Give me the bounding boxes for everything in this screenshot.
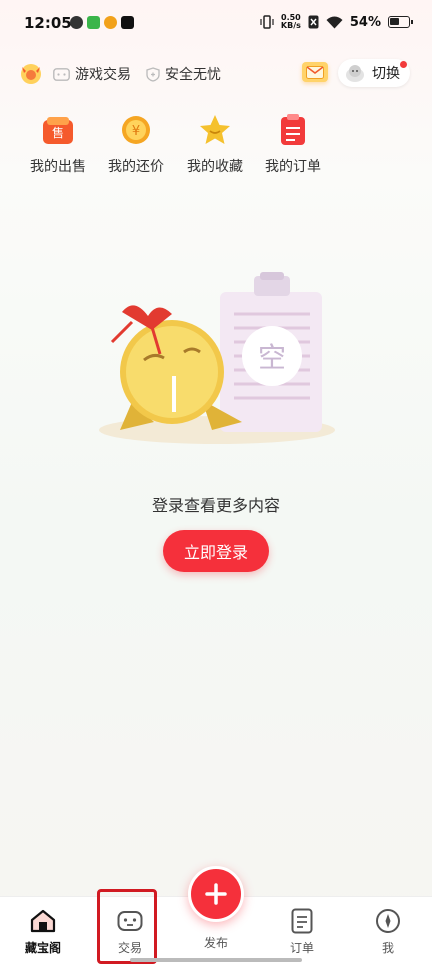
nav-trade[interactable]: 交易 <box>100 907 160 956</box>
safe-chip: 安全无忧 <box>146 64 221 84</box>
order-icon <box>275 112 311 148</box>
switch-label: 切换 <box>372 66 400 82</box>
nav-trade-label: 交易 <box>117 941 142 955</box>
svg-text:¥: ¥ <box>132 124 140 139</box>
nav-me-label: 我 <box>381 941 394 955</box>
empty-message: 登录查看更多内容 <box>151 496 280 515</box>
gamepad-icon <box>53 67 70 81</box>
sell-icon: 售 <box>40 112 76 148</box>
nav-home[interactable]: 藏宝阁 <box>13 907 73 956</box>
home-indicator[interactable] <box>130 958 302 962</box>
star-icon <box>197 112 233 148</box>
avatar-icon <box>346 65 364 82</box>
mascot-logo-icon[interactable] <box>18 61 44 85</box>
plus-icon <box>205 883 227 905</box>
quick-item-favorites[interactable]: 我的收藏 <box>180 112 250 176</box>
game-trade-chip: 游戏交易 <box>53 64 131 84</box>
check-icon <box>70 16 83 29</box>
login-button[interactable]: 立即登录 <box>163 530 269 572</box>
status-right: 0.50 KB/s 54% <box>260 14 413 30</box>
status-bar: 12:05 0.50 KB/s 54% <box>0 0 432 50</box>
game-trade-label: 游戏交易 <box>75 67 131 83</box>
publish-item[interactable]: 发布 <box>176 866 256 951</box>
battery-icon <box>388 16 413 28</box>
quick-label-sell: 我的出售 <box>30 159 86 175</box>
app-notification-icon <box>87 16 100 29</box>
quick-label-favorites: 我的收藏 <box>187 159 243 175</box>
home-icon <box>29 907 57 935</box>
nav-order[interactable]: 订单 <box>272 907 332 956</box>
safe-label: 安全无忧 <box>165 67 221 83</box>
notification-dot <box>400 61 407 68</box>
gamepad-icon <box>116 907 144 935</box>
net-speed: 0.50 KB/s <box>281 14 301 30</box>
quick-item-sell[interactable]: 售 我的出售 <box>23 112 93 176</box>
net-speed-unit: KB/s <box>280 21 301 30</box>
battery-percent: 54% <box>349 14 381 30</box>
svg-text:售: 售 <box>52 125 64 140</box>
counteroffer-icon: ¥ <box>118 112 154 148</box>
weibo-icon <box>104 16 117 29</box>
quick-actions: 售 我的出售 ¥ 我的还价 我的收藏 我的订单 <box>0 112 432 182</box>
nav-order-label: 订单 <box>289 941 314 955</box>
nav-me[interactable]: 我 <box>358 907 418 956</box>
no-sim-icon <box>308 15 319 29</box>
header: 游戏交易 安全无忧 切换 <box>0 52 432 92</box>
tiktok-icon <box>121 16 134 29</box>
message-button[interactable] <box>302 62 328 82</box>
nav-home-label: 藏宝阁 <box>24 941 61 955</box>
status-time: 12:05 <box>24 14 72 32</box>
quick-item-counteroffer[interactable]: ¥ 我的还价 <box>101 112 171 176</box>
quick-label-counteroffer: 我的还价 <box>108 159 164 175</box>
order-list-icon <box>288 907 316 935</box>
quick-label-orders: 我的订单 <box>265 159 321 175</box>
switch-game-button[interactable]: 切换 <box>338 59 410 87</box>
empty-state-illustration: 空 <box>99 272 335 444</box>
wifi-icon <box>326 16 343 28</box>
shield-icon <box>146 66 160 82</box>
publish-button[interactable] <box>188 866 244 922</box>
compass-icon <box>374 907 402 935</box>
quick-item-orders[interactable]: 我的订单 <box>258 112 328 176</box>
notification-icons <box>70 16 134 29</box>
vibrate-icon <box>260 15 274 29</box>
empty-badge: 空 <box>258 341 286 374</box>
publish-label: 发布 <box>203 936 228 950</box>
envelope-icon <box>306 65 324 79</box>
